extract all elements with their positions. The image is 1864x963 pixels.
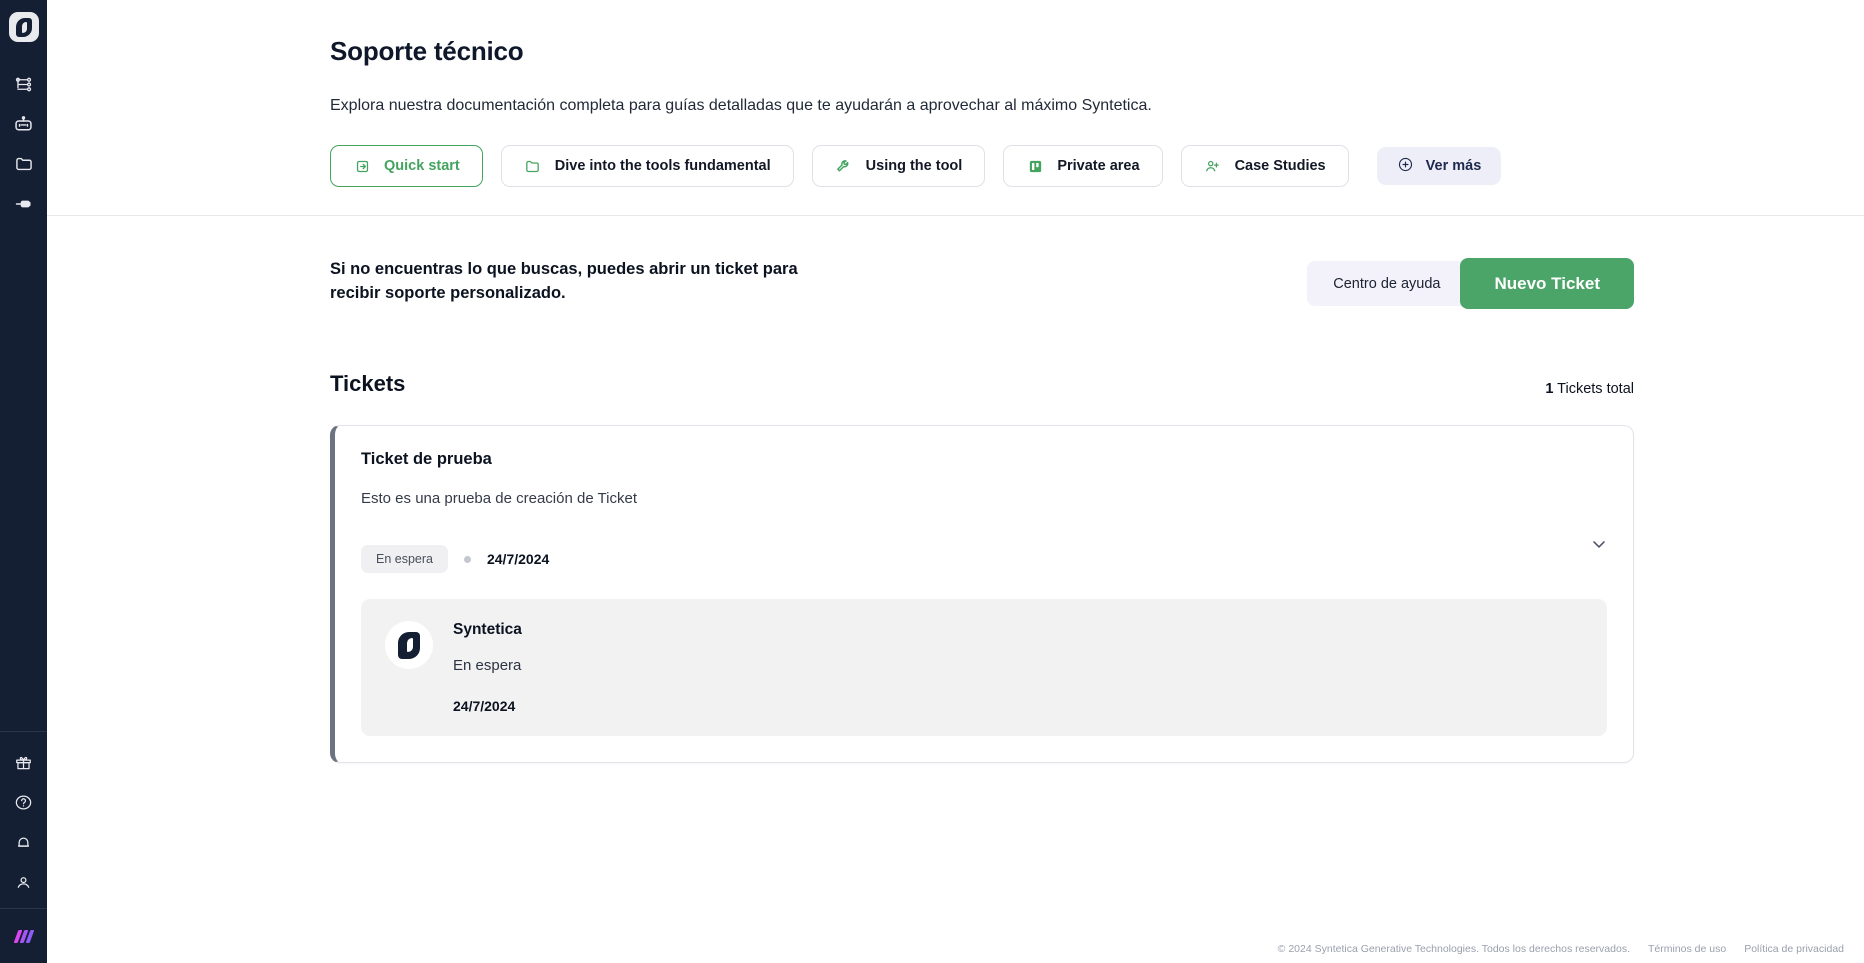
quick-link-private-area[interactable]: Private area — [1003, 145, 1163, 187]
quick-link-dive-into-tools[interactable]: Dive into the tools fundamental — [500, 145, 794, 187]
sidebar-item-workflow[interactable] — [4, 64, 44, 104]
user-plus-icon — [1204, 157, 1222, 175]
tickets-total-label: Tickets total — [1557, 381, 1634, 397]
avatar — [385, 621, 433, 669]
tickets-total-count: 1 — [1545, 381, 1554, 397]
ticket-meta: En espera 24/7/2024 — [361, 545, 1607, 573]
tickets-section: Tickets 1 Tickets total Ticket de prueba… — [47, 371, 1864, 763]
ticket-card[interactable]: Ticket de prueba Esto es una prueba de c… — [330, 425, 1634, 763]
expand-ticket-chevron-down-icon[interactable] — [1589, 534, 1609, 554]
support-cta-section: Si no encuentras lo que buscas, puedes a… — [47, 216, 1864, 309]
workflow-icon — [15, 77, 32, 91]
status-badge: En espera — [361, 545, 448, 573]
sidebar-brand-logo[interactable] — [0, 908, 47, 963]
sidebar-item-notifications[interactable] — [4, 822, 44, 862]
see-more-button[interactable]: Ver más — [1376, 147, 1502, 185]
reply-body: Syntetica En espera 24/7/2024 — [453, 621, 522, 714]
tickets-header: Tickets 1 Tickets total — [330, 371, 1634, 397]
app-root: Soporte técnico Explora nuestra document… — [0, 0, 1864, 963]
main-content: Soporte técnico Explora nuestra document… — [47, 0, 1864, 963]
login-icon — [353, 157, 371, 175]
quick-link-label: Dive into the tools fundamental — [554, 158, 771, 174]
ticket-description: Esto es una prueba de creación de Ticket — [361, 490, 638, 507]
gift-icon — [16, 756, 31, 769]
quick-link-case-studies[interactable]: Case Studies — [1180, 145, 1349, 187]
page-footer: © 2024 Syntetica Generative Technologies… — [1278, 943, 1844, 955]
bell-icon — [17, 837, 30, 847]
quick-link-label: Using the tool — [865, 158, 963, 174]
support-cta-line1: Si no encuentras lo que buscas, puedes a… — [330, 260, 798, 278]
support-cta-text: Si no encuentras lo que buscas, puedes a… — [330, 258, 798, 306]
quick-link-quick-start[interactable]: Quick start — [330, 145, 483, 187]
sidebar-item-integrations[interactable] — [4, 184, 44, 224]
robot-icon — [15, 115, 32, 130]
page-subtitle: Explora nuestra documentación completa p… — [330, 97, 1152, 114]
sidebar-item-help[interactable] — [4, 782, 44, 822]
see-more-label: Ver más — [1425, 158, 1482, 174]
sidebar-item-agents[interactable] — [4, 104, 44, 144]
board-icon — [1026, 157, 1044, 175]
page-title: Soporte técnico — [330, 36, 524, 66]
tickets-title: Tickets — [330, 371, 406, 396]
folder-icon — [15, 157, 32, 171]
footer-terms-link[interactable]: Términos de uso — [1648, 943, 1726, 955]
quick-link-label: Private area — [1057, 158, 1140, 174]
quick-link-label: Case Studies — [1234, 158, 1326, 174]
sidebar — [0, 0, 47, 963]
separator-dot-icon — [463, 555, 471, 563]
syntetica-leaf-icon — [15, 17, 32, 37]
sidebar-item-account[interactable] — [4, 862, 44, 902]
brand-slashes-icon — [13, 929, 34, 943]
ticket-date: 24/7/2024 — [486, 551, 550, 567]
reply-author: Syntetica — [453, 621, 522, 638]
tickets-total: 1 Tickets total — [1545, 381, 1634, 397]
help-center-button[interactable]: Centro de ayuda — [1307, 261, 1467, 306]
quick-links-row: Quick start Dive into the tools fundamen… — [330, 145, 1634, 187]
plus-circle-icon — [1397, 156, 1414, 177]
footer-copyright: © 2024 Syntetica Generative Technologies… — [1277, 943, 1630, 955]
syntetica-leaf-icon — [398, 631, 420, 659]
sidebar-logo[interactable] — [8, 12, 39, 42]
sidebar-item-rewards[interactable] — [4, 742, 44, 782]
sidebar-bottom-group — [0, 731, 47, 963]
plug-icon — [15, 200, 31, 208]
new-ticket-button[interactable]: Nuevo Ticket — [1460, 258, 1634, 309]
support-cta-line2: recibir soporte personalizado. — [330, 283, 566, 302]
ticket-title: Ticket de prueba — [361, 450, 492, 468]
support-cta-actions: Centro de ayuda Nuevo Ticket — [1307, 258, 1634, 309]
intro-section: Soporte técnico Explora nuestra document… — [47, 0, 1864, 216]
reply-date: 24/7/2024 — [453, 698, 516, 714]
help-icon — [15, 795, 32, 809]
footer-privacy-link[interactable]: Política de privacidad — [1744, 943, 1844, 955]
reply-status: En espera — [453, 657, 522, 674]
sidebar-item-files[interactable] — [4, 144, 44, 184]
quick-link-using-the-tool[interactable]: Using the tool — [811, 145, 986, 187]
folder-icon — [524, 157, 542, 175]
ticket-reply: Syntetica En espera 24/7/2024 — [361, 599, 1607, 736]
board-glyph — [1029, 160, 1041, 172]
wrench-icon — [835, 157, 853, 175]
quick-link-label: Quick start — [384, 158, 460, 174]
user-icon — [17, 876, 30, 888]
